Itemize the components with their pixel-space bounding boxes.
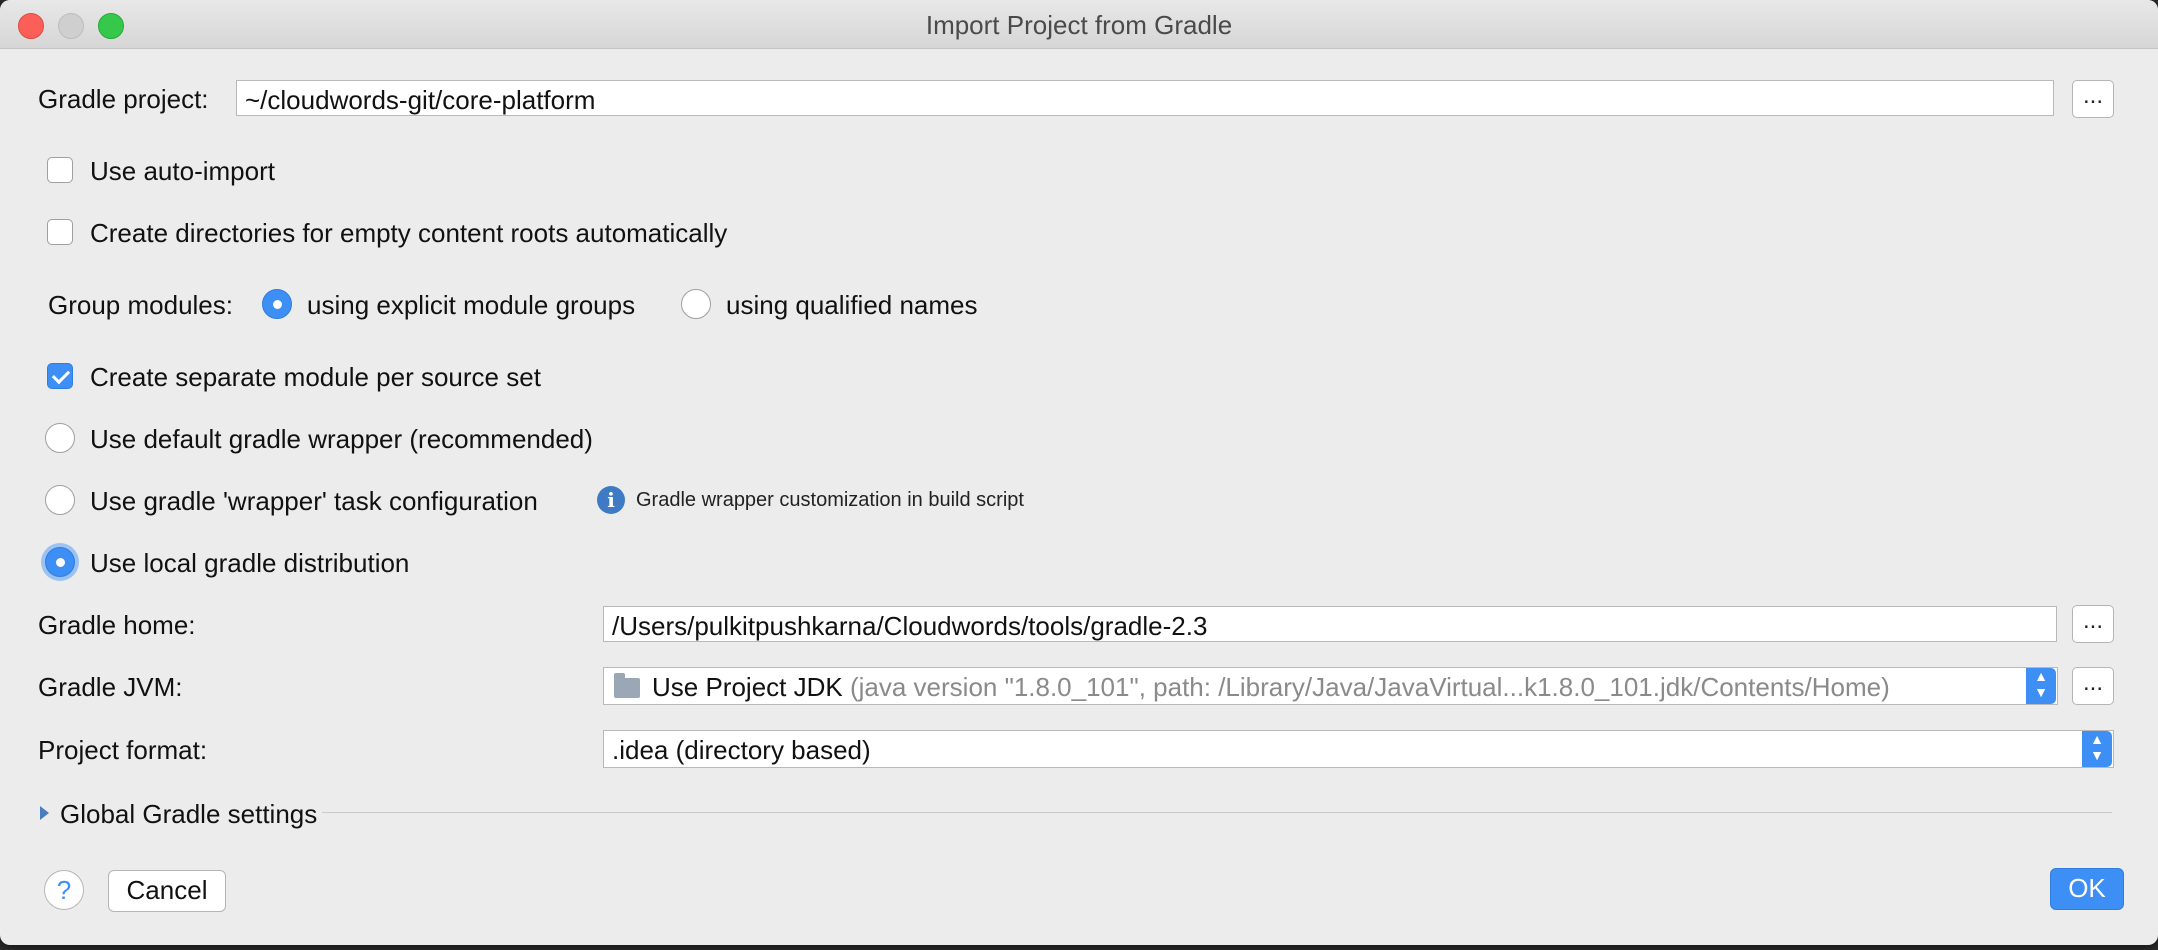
wrapper-info-text: Gradle wrapper customization in build sc… [636,489,1024,511]
default-wrapper-radio[interactable] [45,423,75,453]
gradle-jvm-value: Use Project JDK [652,672,843,702]
global-settings-label[interactable]: Global Gradle settings [60,799,317,830]
default-wrapper-label[interactable]: Use default gradle wrapper (recommended) [90,424,593,455]
group-explicit-label[interactable]: using explicit module groups [307,290,635,321]
global-settings-separator [322,812,2112,813]
group-explicit-radio[interactable] [262,289,292,319]
gradle-jvm-select[interactable]: Use Project JDK (java version "1.8.0_101… [603,667,2058,705]
separate-module-label: Create separate module per source set [90,362,541,392]
group-qualified-label[interactable]: using qualified names [726,290,978,321]
help-button[interactable]: ? [44,870,84,910]
local-distribution-label[interactable]: Use local gradle distribution [90,548,409,579]
gradle-jvm-detail: (java version "1.8.0_101", path: /Librar… [849,672,1890,702]
local-distribution-radio[interactable] [45,547,75,577]
ok-button[interactable]: OK [2050,868,2124,910]
project-format-dropdown-icon[interactable]: ▲ ▼ [2082,731,2112,767]
gradle-project-browse-button[interactable]: ... [2072,80,2114,118]
group-qualified-radio[interactable] [681,289,711,319]
gradle-project-field[interactable]: ~/cloudwords-git/core-platform [236,80,2054,116]
window-title: Import Project from Gradle [925,10,1233,40]
info-icon: i [597,486,625,514]
gradle-jvm-dropdown-icon[interactable]: ▲ ▼ [2026,668,2056,704]
project-format-select[interactable]: .idea (directory based) [603,730,2114,768]
create-dirs-checkbox[interactable] [47,219,73,245]
gradle-home-field[interactable]: /Users/pulkitpushkarna/Cloudwords/tools/… [603,606,2057,642]
expand-triangle-icon[interactable] [40,806,49,820]
group-modules-label: Group modules: [48,290,233,320]
folder-icon [614,673,640,698]
wrapper-task-radio[interactable] [45,485,75,515]
auto-import-checkbox[interactable] [47,157,73,183]
gradle-jvm-browse-button[interactable]: ... [2072,667,2114,705]
wrapper-task-label[interactable]: Use gradle 'wrapper' task configuration [90,486,538,517]
import-gradle-dialog: Import Project from Gradle Gradle projec… [0,0,2158,945]
auto-import-label: Use auto-import [90,156,275,186]
gradle-project-label: Gradle project: [38,84,209,114]
cancel-button[interactable]: Cancel [108,870,226,912]
separate-module-checkbox[interactable] [47,363,73,389]
title-bar: Import Project from Gradle [0,0,2158,49]
create-dirs-label: Create directories for empty content roo… [90,218,728,248]
gradle-jvm-label: Gradle JVM: [38,672,183,702]
project-format-label: Project format: [38,735,208,765]
gradle-home-browse-button[interactable]: ... [2072,605,2114,643]
gradle-home-label: Gradle home: [38,610,196,640]
